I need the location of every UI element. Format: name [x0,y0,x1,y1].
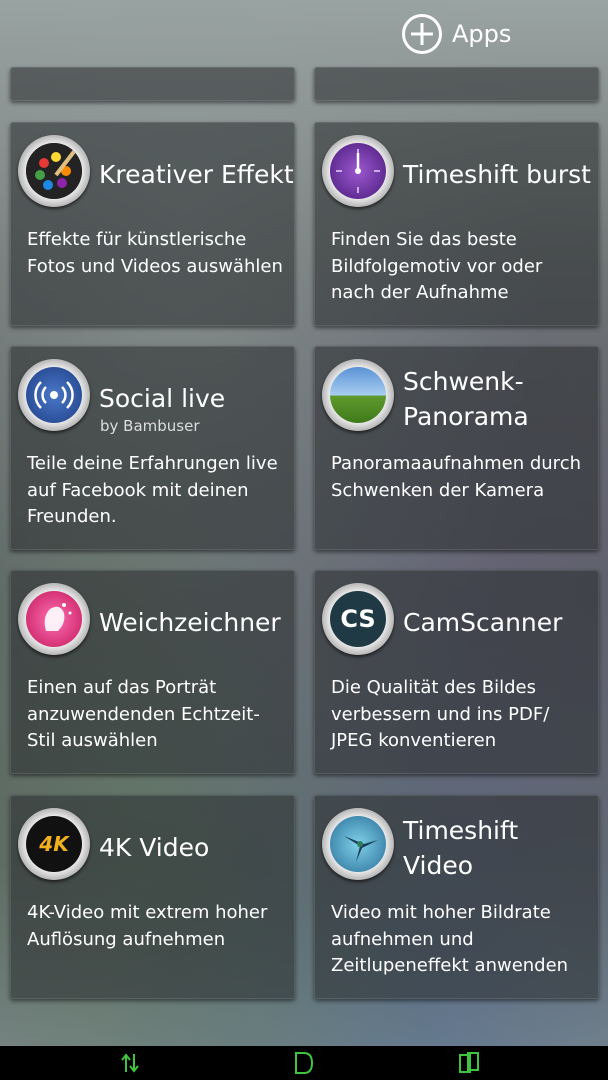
back-icon[interactable] [118,1050,146,1076]
clock-burst-icon [330,143,386,199]
plus-circle-icon [402,14,442,54]
add-apps-button[interactable]: Apps [402,14,511,54]
app-card-camscanner[interactable]: CS CamScanner Die Qualität des Bildes ve… [314,570,599,774]
recent-apps-icon[interactable] [456,1050,484,1076]
app-description: Video mit hoher Bildrate aufnehmen und Z… [331,902,569,976]
4k-icon: 4K [26,816,82,872]
app-card-timeshift-burst[interactable]: Timeshift burst Finden Sie das beste Bil… [314,122,599,326]
app-icon-frame [18,359,90,431]
app-title: Kreativer Effekt [99,160,294,189]
home-icon[interactable] [290,1050,318,1076]
partial-card-left[interactable] [10,67,295,101]
app-title: CamScanner [403,608,563,637]
app-title: Timeshift burst [403,160,591,189]
app-title: Social live [99,384,226,413]
app-card-schwenk-panorama[interactable]: Schwenk- Panorama Panoramaaufnahmen durch… [314,346,599,550]
broadcast-icon [26,367,82,423]
panorama-icon [330,367,386,423]
app-title: Weichzeichner [99,608,281,637]
4k-logo-text: 4K [39,832,69,856]
portrait-blur-icon [26,591,82,647]
app-description: Einen auf das Porträt anzuwendenden Echt… [27,677,260,751]
camscanner-icon: CS [330,591,386,647]
app-card-social-live[interactable]: Social live by Bambuser Teile deine Erfa… [10,346,295,550]
hummingbird-icon [330,816,386,872]
app-title: Schwenk- Panorama [403,367,529,431]
app-description: Die Qualität des Bildes verbessern und i… [331,677,550,751]
app-description: Effekte für künstlerische Fotos und Vide… [27,229,283,277]
app-icon-frame: 4K [18,808,90,880]
app-card-weichzeichner[interactable]: Weichzeichner Einen auf das Porträt anzu… [10,570,295,774]
app-card-timeshift-video[interactable]: Timeshift Video Video mit hoher Bildrate … [314,795,599,999]
app-description: Finden Sie das beste Bildfolgemotiv vor … [331,229,543,303]
palette-icon [26,143,82,199]
app-card-4k-video[interactable]: 4K 4K Video 4K-Video mit extrem hoher Au… [10,795,295,999]
app-description: Panoramaaufnahmen durch Schwenken der Ka… [331,453,581,501]
app-description: Teile deine Erfahrungen live auf Faceboo… [27,453,278,527]
camscanner-logo-text: CS [340,605,376,633]
app-icon-frame [18,583,90,655]
app-icon-frame [322,808,394,880]
app-title: Timeshift Video [403,816,519,880]
app-title: 4K Video [99,833,210,862]
navigation-bar [0,1046,608,1080]
app-card-kreativer-effekt[interactable]: Kreativer Effekt Effekte für künstlerisc… [10,122,295,326]
apps-label: Apps [452,20,512,48]
app-icon-frame [18,135,90,207]
app-icon-frame: CS [322,583,394,655]
app-icon-frame [322,135,394,207]
app-description: 4K-Video mit extrem hoher Auflösung aufn… [27,902,268,950]
partial-card-right[interactable] [314,67,599,101]
app-subtitle: by Bambuser [100,417,200,435]
app-icon-frame [322,359,394,431]
